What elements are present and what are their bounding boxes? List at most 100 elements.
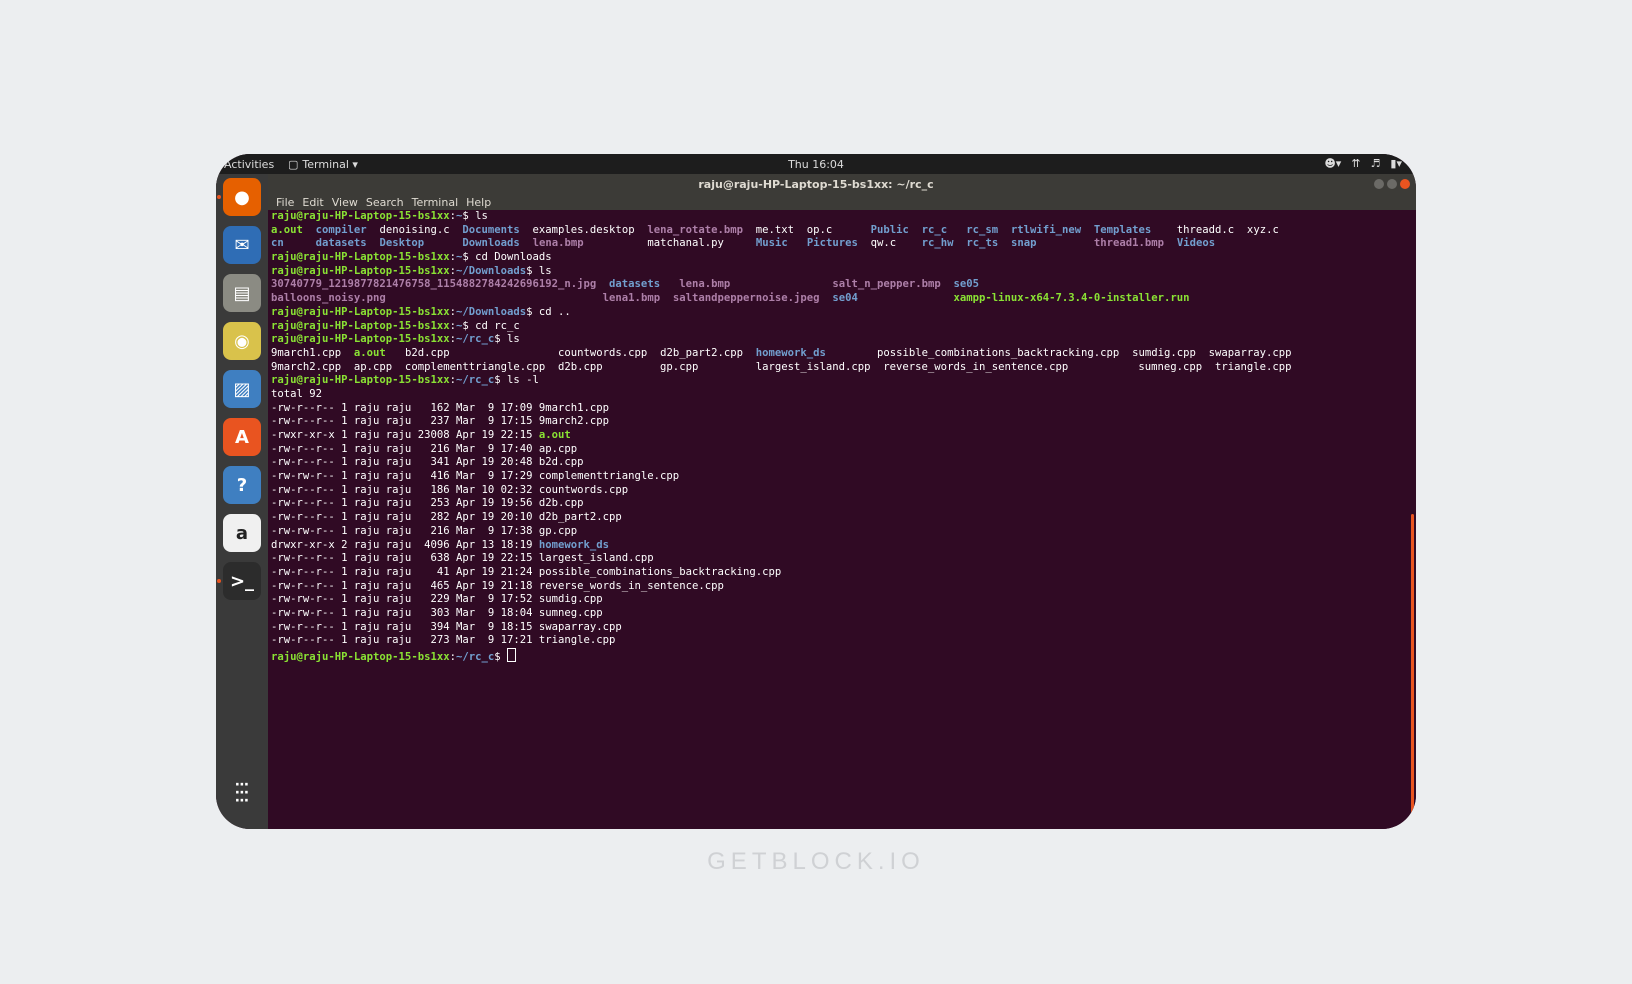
prompt-user: raju@raju-HP-Laptop-15-bs1xx: [271, 651, 450, 663]
terminal-icon[interactable]: >_: [223, 562, 261, 600]
terminal-text: $ ls: [494, 333, 520, 346]
terminal-line: raju@raju-HP-Laptop-15-bs1xx:~/Downloads…: [271, 265, 1416, 279]
terminal-line: -rw-r--r-- 1 raju raju 253 Apr 19 19:56 …: [271, 497, 1416, 511]
terminal-line: -rw-rw-r-- 1 raju raju 216 Mar 9 17:38 g…: [271, 525, 1416, 539]
terminal-text: Pictures: [806, 237, 858, 250]
terminal-text: $: [494, 651, 508, 663]
files-icon[interactable]: ▤: [223, 274, 261, 312]
close-button[interactable]: [1400, 179, 1410, 189]
terminal-text: 9march2.cpp ap.cpp complementtriangle.cp…: [271, 360, 1292, 373]
prompt-path: ~/Downloads: [455, 264, 527, 277]
terminal-text: -rw-r--r-- 1 raju raju 273 Mar 9 17:21 t…: [271, 634, 616, 647]
terminal-text: thread1.bmp: [1093, 237, 1165, 250]
running-indicator: [217, 579, 221, 583]
terminal-scrollbar[interactable]: [1411, 514, 1414, 814]
terminal-text: total 92: [271, 387, 323, 400]
terminal-output[interactable]: raju@raju-HP-Laptop-15-bs1xx:~$ ls a.out …: [268, 210, 1416, 829]
terminal-line: -rw-r--r-- 1 raju raju 186 Mar 10 02:32 …: [271, 484, 1416, 498]
terminal-line: -rw-r--r-- 1 raju raju 41 Apr 19 21:24 p…: [271, 566, 1416, 580]
terminal-line: -rwxr-xr-x 1 raju raju 23008 Apr 19 22:1…: [271, 429, 1416, 443]
writer-icon[interactable]: ▨: [223, 370, 261, 408]
terminal-text: matchanal.py: [583, 237, 756, 250]
terminal-text: -rw-r--r-- 1 raju raju 282 Apr 19 20:10 …: [271, 511, 622, 524]
terminal-text: se05: [953, 278, 980, 291]
menu-view[interactable]: View: [332, 196, 358, 209]
terminal-line: cn datasets Desktop Downloads lena.bmp m…: [271, 237, 1416, 251]
terminal-line: raju@raju-HP-Laptop-15-bs1xx:~/rc_c$ ls …: [271, 374, 1416, 388]
terminal-text: Music: [755, 237, 788, 250]
dock: ● ✉ ▤ ◉ ▨ A? a >_ ⋯ ⋯ ⋯: [216, 174, 268, 829]
terminal-text: salt_n_pepper.bmp: [832, 278, 941, 291]
window-titlebar[interactable]: raju@raju-HP-Laptop-15-bs1xx: ~/rc_c: [216, 174, 1416, 194]
menu-edit[interactable]: Edit: [302, 196, 323, 209]
terminal-text: a.out: [271, 223, 303, 236]
terminal-text: drwxr-xr-x 2 raju raju 4096 Apr 13 18:19: [271, 538, 539, 551]
terminal-line: -rw-rw-r-- 1 raju raju 303 Mar 9 18:04 s…: [271, 607, 1416, 621]
terminal-line: raju@raju-HP-Laptop-15-bs1xx:~$ ls: [271, 210, 1416, 224]
terminal-text: -rw-r--r-- 1 raju raju 162 Mar 9 17:09 9…: [271, 401, 610, 414]
terminal-text: se04: [832, 292, 858, 305]
terminal-text: rc_ts: [966, 237, 999, 250]
terminal-text: homework_ds: [538, 538, 610, 551]
software-icon[interactable]: A: [223, 418, 261, 456]
terminal-text: $ ls -l: [494, 374, 539, 387]
terminal-text: -rw-r--r-- 1 raju raju 41 Apr 19 21:24 p…: [271, 565, 782, 578]
terminal-text: Downloads: [462, 237, 520, 250]
terminal-text: lena.bmp: [532, 237, 584, 250]
top-bar: Activities ▢ Terminal ▾ Thu 16:04 ☻▾ ⇈ ♬…: [216, 154, 1416, 174]
window-controls: [1374, 179, 1410, 189]
maximize-button[interactable]: [1387, 179, 1397, 189]
prompt-user: raju@raju-HP-Laptop-15-bs1xx: [271, 210, 450, 222]
terminal-line: -rw-r--r-- 1 raju raju 465 Apr 19 21:18 …: [271, 580, 1416, 594]
terminal-text: -rw-rw-r-- 1 raju raju 229 Mar 9 17:52 s…: [271, 593, 603, 606]
accessibility-icon[interactable]: ☻▾: [1324, 157, 1341, 170]
terminal-text: balloons_noisy.png: [271, 292, 386, 305]
terminal-text: -rw-rw-r-- 1 raju raju 303 Mar 9 18:04 s…: [271, 606, 603, 619]
terminal-text: 9march1.cpp: [271, 346, 354, 359]
terminal-text: -rw-rw-r-- 1 raju raju 216 Mar 9 17:38 g…: [271, 524, 578, 537]
terminal-text: a.out: [538, 429, 571, 441]
prompt-user: raju@raju-HP-Laptop-15-bs1xx: [271, 251, 450, 264]
help-icon[interactable]: ?: [223, 466, 261, 504]
amazon-icon[interactable]: a: [223, 514, 261, 552]
clock[interactable]: Thu 16:04: [216, 158, 1416, 171]
menu-file[interactable]: File: [276, 196, 294, 209]
terminal-text: -rwxr-xr-x 1 raju raju 23008 Apr 19 22:1…: [271, 429, 539, 441]
firefox-icon[interactable]: ●: [223, 178, 261, 216]
minimize-button[interactable]: [1374, 179, 1384, 189]
terminal-text: $ cd rc_c: [462, 319, 520, 332]
menu-search[interactable]: Search: [366, 196, 404, 209]
terminal-line: a.out compiler denoising.c Documents exa…: [271, 224, 1416, 238]
prompt-user: raju@raju-HP-Laptop-15-bs1xx: [271, 374, 450, 387]
system-tray[interactable]: ☻▾ ⇈ ♬ ▮▾: [1324, 157, 1402, 170]
terminal-line: drwxr-xr-x 2 raju raju 4096 Apr 13 18:19…: [271, 539, 1416, 553]
terminal-text: threadd.c xyz.c: [1151, 223, 1279, 236]
terminal-line: raju@raju-HP-Laptop-15-bs1xx:~/rc_c$: [271, 648, 1416, 663]
rhythmbox-icon[interactable]: ◉: [223, 322, 261, 360]
terminal-text: lena.bmp: [679, 278, 731, 291]
prompt-path: ~/rc_c: [455, 333, 495, 346]
terminal-text: Templates: [1093, 223, 1152, 236]
terminal-text: denoising.c: [366, 223, 463, 236]
terminal-text: -rw-rw-r-- 1 raju raju 416 Mar 9 17:29 c…: [271, 470, 680, 483]
thunderbird-icon[interactable]: ✉: [223, 226, 261, 264]
prompt-path: ~/rc_c: [455, 374, 495, 387]
terminal-line: -rw-r--r-- 1 raju raju 216 Mar 9 17:40 a…: [271, 443, 1416, 457]
terminal-line: 9march1.cpp a.out b2d.cpp countwords.cpp…: [271, 347, 1416, 361]
terminal-text: lena_rotate.bmp: [647, 223, 743, 236]
terminal-text: rc_c: [921, 223, 948, 236]
menu-help[interactable]: Help: [466, 196, 491, 209]
menu-terminal[interactable]: Terminal: [412, 196, 459, 209]
show-apps-icon[interactable]: ⋯ ⋯ ⋯: [223, 774, 261, 812]
terminal-line: balloons_noisy.png lena1.bmp saltandpepp…: [271, 292, 1416, 306]
